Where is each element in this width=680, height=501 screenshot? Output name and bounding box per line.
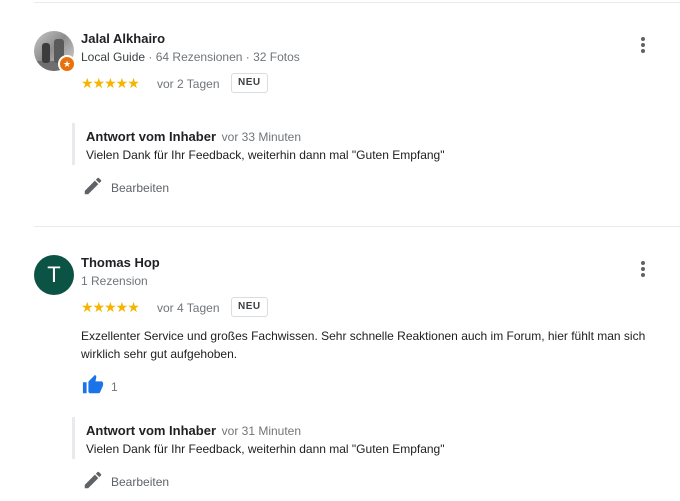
owner-reply-title: Antwort vom Inhaber vor 31 Minuten [86, 423, 302, 438]
local-guide-badge-icon: ★ [58, 55, 76, 73]
more-options-button[interactable] [637, 261, 649, 279]
author-name[interactable]: Thomas Hop [81, 255, 160, 270]
reply-bar [72, 417, 75, 459]
owner-reply-text: Vielen Dank für Ihr Feedback, weiterhin … [86, 148, 445, 162]
avatar-letter: T [34, 255, 74, 295]
edit-reply-button[interactable]: Bearbeiten [111, 475, 169, 489]
local-guide-label: Local Guide [81, 50, 146, 64]
edit-pencil-icon[interactable] [82, 469, 104, 491]
author-meta[interactable]: Local Guide · 64 Rezensionen · 32 Fotos [81, 50, 300, 64]
owner-reply-title: Antwort vom Inhaber vor 33 Minuten [86, 129, 302, 144]
owner-reply-text: Vielen Dank für Ihr Feedback, weiterhin … [86, 442, 445, 456]
thumb-up-icon[interactable] [82, 374, 104, 396]
author-stats: · 64 Rezensionen · 32 Fotos [148, 50, 300, 64]
edit-pencil-icon[interactable] [82, 175, 104, 197]
more-options-button[interactable] [637, 37, 649, 55]
owner-reply-time: vor 33 Minuten [221, 130, 302, 144]
new-badge: NEU [231, 297, 268, 317]
like-count: 1 [111, 380, 118, 394]
more-vert-icon [641, 37, 645, 41]
top-divider [34, 2, 680, 3]
new-badge: NEU [231, 73, 268, 93]
review-date: vor 2 Tagen [157, 77, 220, 91]
review-date: vor 4 Tagen [157, 301, 220, 315]
edit-reply-button[interactable]: Bearbeiten [111, 181, 169, 195]
author-stats[interactable]: 1 Rezension [81, 274, 148, 288]
star-rating: ★★★★★ [81, 299, 140, 315]
author-name[interactable]: Jalal Alkhairo [81, 31, 165, 46]
star-rating: ★★★★★ [81, 75, 140, 91]
reply-bar [72, 123, 75, 165]
owner-reply-time: vor 31 Minuten [221, 424, 302, 438]
review-divider [34, 226, 680, 227]
more-vert-icon [641, 261, 645, 265]
author-avatar[interactable]: T [34, 255, 74, 295]
author-avatar[interactable]: ★ [34, 31, 76, 73]
review-text: Exzellenter Service und großes Fachwisse… [81, 329, 646, 361]
